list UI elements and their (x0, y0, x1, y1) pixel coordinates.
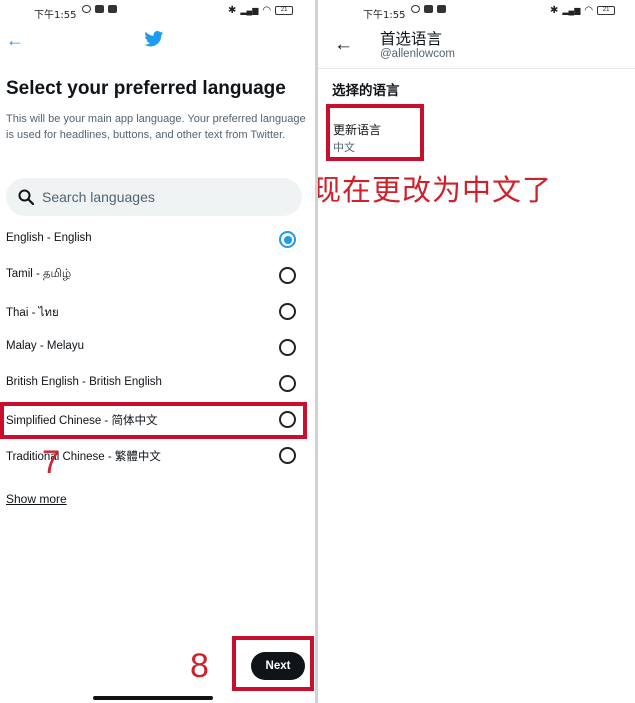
search-input[interactable]: Search languages (6, 178, 302, 216)
preferred-language-screen: 下午1:55 ✱ ▂▄▆ ◠ 21 ← 首选语言 @allenlowcom 选择… (318, 0, 635, 703)
language-option[interactable]: English - English (0, 222, 315, 258)
battery-icon: 21 (275, 6, 294, 15)
page-title: Select your preferred language (6, 78, 286, 99)
section-title: 选择的语言 (332, 83, 400, 98)
language-label: English - English (6, 232, 92, 244)
bluetooth-icon: ✱ (228, 5, 237, 16)
language-option[interactable]: Thai - ไทย (0, 294, 315, 330)
header-divider (318, 68, 635, 69)
home-indicator (93, 696, 213, 700)
back-arrow-icon[interactable]: ← (334, 34, 353, 56)
language-label: British English - British English (6, 376, 162, 388)
step-number-7: 7 (42, 444, 60, 480)
account-handle: @allenlowcom (380, 48, 455, 60)
language-select-screen: 下午1:55 ✱ ▂▄▆ ◠ 21 ← Select your preferre… (0, 0, 315, 703)
language-label: Malay - Melayu (6, 340, 84, 352)
video-icon (95, 5, 104, 13)
language-label: Traditional Chinese - 繁體中文 (6, 451, 161, 463)
radio-unselected-icon[interactable] (279, 447, 296, 464)
show-more-link[interactable]: Show more (6, 492, 67, 506)
status-time: 下午1:55 (363, 10, 406, 21)
notification-icons (411, 5, 446, 13)
annotation-text: 现在更改为中文了 (318, 173, 553, 207)
radio-unselected-icon[interactable] (279, 339, 296, 356)
step-number-8: 8 (190, 647, 209, 685)
video-icon (424, 5, 433, 13)
whatsapp-icon (411, 5, 420, 13)
search-icon (18, 189, 34, 205)
status-bar: 下午1:55 ✱ ▂▄▆ ◠ 21 (318, 0, 635, 24)
video-icon (108, 5, 117, 13)
language-option[interactable]: British English - British English (0, 366, 315, 402)
highlight-box-update-language (326, 104, 424, 161)
language-option[interactable]: Tamil - தமிழ் (0, 258, 315, 294)
language-option[interactable]: Malay - Melayu (0, 330, 315, 366)
radio-unselected-icon[interactable] (279, 303, 296, 320)
back-arrow-icon[interactable]: ← (6, 31, 24, 49)
language-label: Tamil - தமிழ் (6, 268, 72, 280)
signal-icon: ▂▄▆ (562, 6, 581, 15)
search-placeholder: Search languages (42, 189, 155, 205)
video-icon (437, 5, 446, 13)
language-label: Thai - ไทย (6, 307, 59, 319)
whatsapp-icon (82, 5, 91, 13)
wifi-icon: ◠ (262, 5, 272, 16)
page-title: 首选语言 (380, 31, 443, 48)
twitter-bird-icon (144, 31, 164, 47)
bluetooth-icon: ✱ (550, 5, 559, 16)
system-icons: ✱ ▂▄▆ ◠ 21 (228, 5, 294, 16)
battery-icon: 21 (597, 6, 616, 15)
highlight-box-next (232, 636, 314, 691)
wifi-icon: ◠ (584, 5, 594, 16)
status-bar: 下午1:55 ✱ ▂▄▆ ◠ 21 (0, 0, 315, 24)
system-icons: ✱ ▂▄▆ ◠ 21 (550, 5, 616, 16)
radio-selected-icon[interactable] (279, 231, 296, 248)
signal-icon: ▂▄▆ (240, 6, 259, 15)
highlight-box-simplified-chinese (0, 402, 307, 439)
status-time: 下午1:55 (34, 10, 77, 21)
radio-unselected-icon[interactable] (279, 375, 296, 392)
page-description: This will be your main app language. You… (6, 113, 306, 141)
notification-icons (82, 5, 117, 13)
radio-unselected-icon[interactable] (279, 267, 296, 284)
